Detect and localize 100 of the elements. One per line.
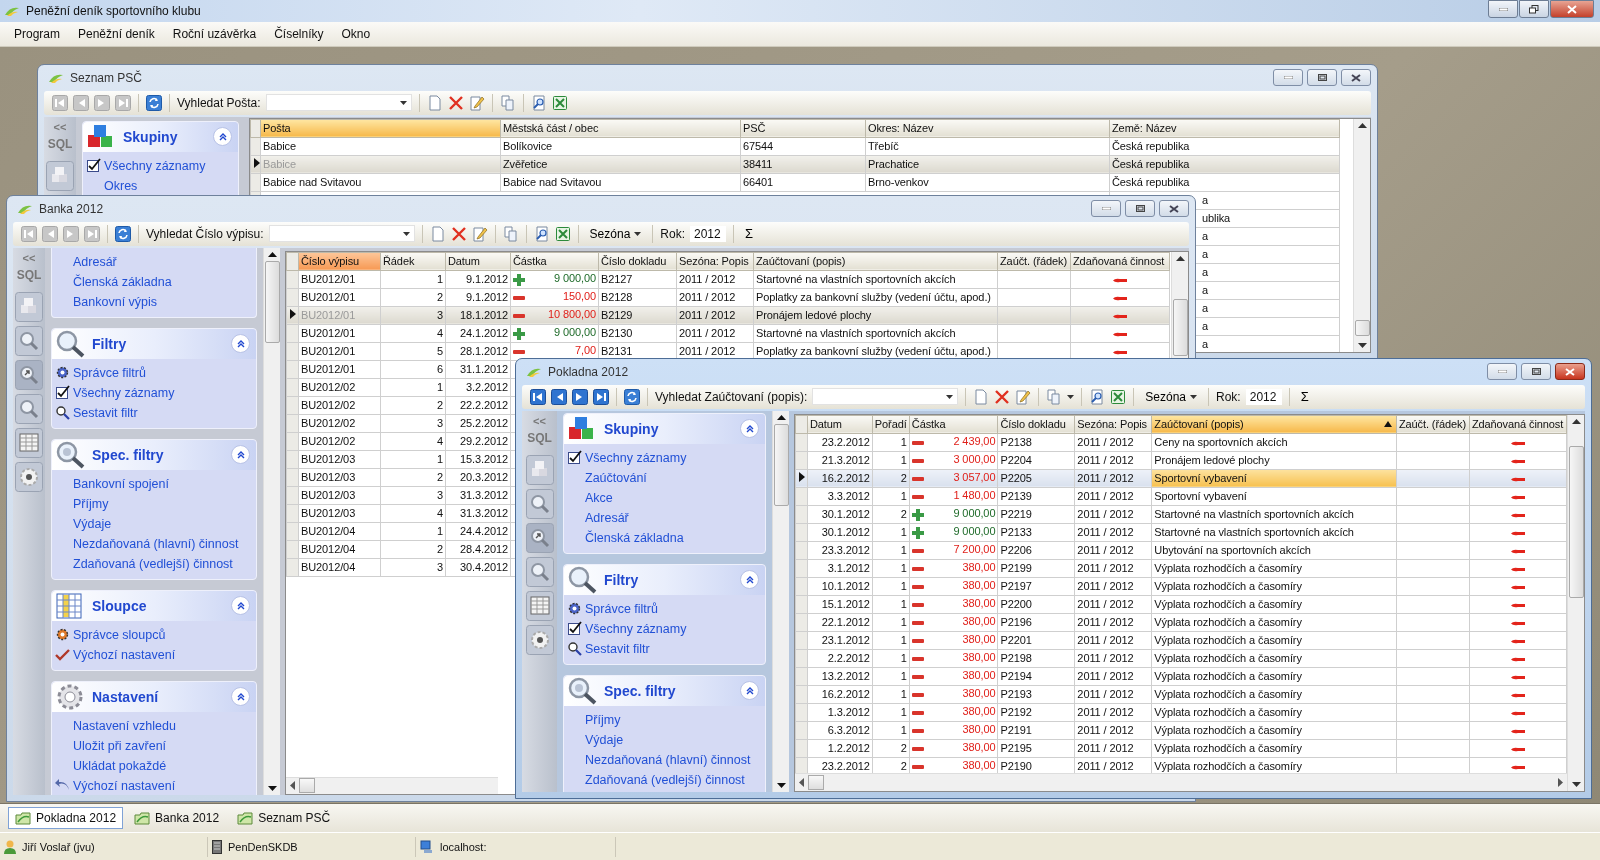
- search-field[interactable]: [265, 94, 412, 112]
- column-header[interactable]: Pošta: [260, 119, 501, 138]
- delete-icon[interactable]: [994, 388, 1011, 405]
- caret-icon[interactable]: [1067, 394, 1075, 399]
- checkbox[interactable]: [86, 158, 101, 174]
- column-header[interactable]: Sezóna: Popis: [1074, 415, 1152, 434]
- maximize-button[interactable]: [1125, 200, 1155, 218]
- sidebar-link[interactable]: Zdaňovaná (vedlejší) činnost: [585, 772, 745, 787]
- scroll-up-arrow-icon[interactable]: [1571, 418, 1581, 424]
- sql-button[interactable]: SQL: [16, 267, 42, 282]
- edit-icon[interactable]: [471, 225, 488, 242]
- scroll-left-arrow-icon[interactable]: [799, 777, 804, 787]
- delete-icon[interactable]: [447, 94, 464, 111]
- close-button[interactable]: [1550, 0, 1594, 18]
- sidebar-link[interactable]: Všechny záznamy: [585, 621, 687, 636]
- sidebar-link[interactable]: Výchozí nastavení: [73, 778, 176, 793]
- year-field[interactable]: 2012: [690, 225, 726, 242]
- preview-icon[interactable]: [530, 94, 547, 111]
- sidebar-link[interactable]: Adresář: [73, 254, 117, 269]
- magnifier-icon[interactable]: [15, 393, 43, 424]
- cubes-icon[interactable]: [525, 454, 554, 485]
- column-header[interactable]: Okres: Název: [865, 119, 1110, 138]
- sidebar-link[interactable]: Bankovní spojení: [73, 476, 169, 491]
- refresh-icon[interactable]: [146, 94, 162, 111]
- season-button[interactable]: Sezóna: [585, 223, 646, 244]
- search-icon[interactable]: [525, 488, 554, 519]
- scroll-up-arrow-icon[interactable]: [267, 251, 277, 257]
- scroll-down-arrow-icon[interactable]: [1571, 781, 1581, 787]
- column-header[interactable]: Datum: [807, 415, 873, 434]
- spreadsheet-icon[interactable]: [554, 225, 571, 242]
- sidebar-link[interactable]: Okres: [104, 178, 138, 193]
- row-selector[interactable]: [250, 155, 261, 174]
- collapse-section-button[interactable]: [740, 681, 759, 701]
- collapse-section-button[interactable]: [213, 127, 232, 147]
- sidebar-link[interactable]: Správce filtrů: [585, 601, 658, 616]
- sidebar-link[interactable]: Příjmy: [585, 712, 621, 727]
- search-field[interactable]: [812, 388, 959, 406]
- sidebar-link[interactable]: Zdaňovaná (vedlejší) činnost: [73, 556, 233, 571]
- column-header[interactable]: Zaúčt. (řádek): [1396, 415, 1470, 434]
- sidebar-link[interactable]: Výdaje: [585, 732, 624, 747]
- checkbox[interactable]: [567, 450, 582, 466]
- collapse-section-button[interactable]: [231, 334, 250, 354]
- column-header[interactable]: PSČ: [740, 119, 866, 138]
- table-icon[interactable]: [525, 590, 554, 621]
- sidebar-link[interactable]: Všechny záznamy: [104, 158, 206, 173]
- season-button[interactable]: Sezóna: [1141, 386, 1201, 407]
- column-header[interactable]: Zaúčt. (řádek): [997, 252, 1071, 271]
- year-field[interactable]: 2012: [1245, 388, 1282, 405]
- window-tab[interactable]: Banka 2012: [127, 807, 227, 830]
- sql-button[interactable]: SQL: [47, 136, 73, 151]
- sidebar-link[interactable]: Akce: [585, 490, 613, 505]
- magnifier-icon[interactable]: [525, 556, 554, 587]
- sidebar-link[interactable]: Bankovní výpis: [73, 294, 158, 309]
- column-header[interactable]: Zaúčtovaní (popis): [753, 252, 998, 271]
- maximize-button[interactable]: [1307, 69, 1337, 87]
- sidebar-link[interactable]: Členská základna: [73, 274, 172, 289]
- column-header[interactable]: Sezóna: Popis: [676, 252, 754, 271]
- scrollbar-thumb[interactable]: [264, 260, 280, 343]
- search-icon[interactable]: [15, 325, 43, 356]
- previous-record-icon[interactable]: [551, 388, 567, 405]
- checkbox[interactable]: [55, 385, 70, 401]
- close-button[interactable]: [1341, 69, 1371, 87]
- scroll-left-arrow-icon[interactable]: [290, 781, 295, 791]
- menu-item[interactable]: Peněžní deník: [70, 24, 163, 43]
- delete-icon[interactable]: [450, 225, 467, 242]
- copy-icon[interactable]: [502, 225, 519, 242]
- sum-button[interactable]: Σ: [1296, 386, 1313, 407]
- window-tab[interactable]: Seznam PSČ: [230, 807, 338, 830]
- menu-item[interactable]: Roční uzávěrka: [164, 24, 265, 43]
- sidebar-link[interactable]: Všechny záznamy: [585, 450, 687, 465]
- scrollbar-thumb[interactable]: [1354, 319, 1370, 336]
- sidebar-link[interactable]: Sestavit filtr: [73, 405, 138, 420]
- vertical-scrollbar[interactable]: [263, 247, 280, 795]
- new-document-icon[interactable]: [973, 388, 990, 405]
- sidebar-link[interactable]: Správce sloupců: [73, 627, 166, 642]
- sidebar-link[interactable]: Výchozí nastavení: [73, 647, 176, 662]
- spreadsheet-icon[interactable]: [551, 94, 568, 111]
- vertical-scrollbar[interactable]: [1567, 414, 1584, 791]
- scroll-right-arrow-icon[interactable]: [1558, 777, 1563, 787]
- column-header[interactable]: Zdaňovaná činnost: [1070, 252, 1170, 271]
- collapse-section-button[interactable]: [231, 596, 250, 616]
- scrollbar-thumb[interactable]: [299, 778, 315, 794]
- column-header[interactable]: Řádek: [380, 252, 446, 271]
- horizontal-scrollbar[interactable]: [795, 772, 1567, 791]
- sum-button[interactable]: Σ: [741, 223, 758, 244]
- column-header[interactable]: Částka: [510, 252, 599, 271]
- menu-item[interactable]: Okno: [333, 24, 379, 43]
- sidebar-link[interactable]: Uložit při zavření: [73, 738, 167, 753]
- edit-icon[interactable]: [1015, 388, 1032, 405]
- scrollbar-thumb[interactable]: [1568, 445, 1584, 598]
- last-record-icon[interactable]: [593, 388, 609, 405]
- column-header[interactable]: Městská část / obec: [500, 119, 741, 138]
- maximize-button[interactable]: [1521, 363, 1551, 381]
- column-header[interactable]: Zdaňovaná činnost: [1469, 415, 1567, 434]
- collapse-section-button[interactable]: [231, 445, 250, 465]
- refresh-icon[interactable]: [115, 225, 131, 242]
- search-field[interactable]: [268, 225, 415, 243]
- first-record-icon[interactable]: [530, 388, 546, 405]
- sidebar-link[interactable]: Nezdaňovaná (hlavní) činnost: [73, 536, 239, 551]
- vertical-scrollbar[interactable]: [1171, 251, 1188, 360]
